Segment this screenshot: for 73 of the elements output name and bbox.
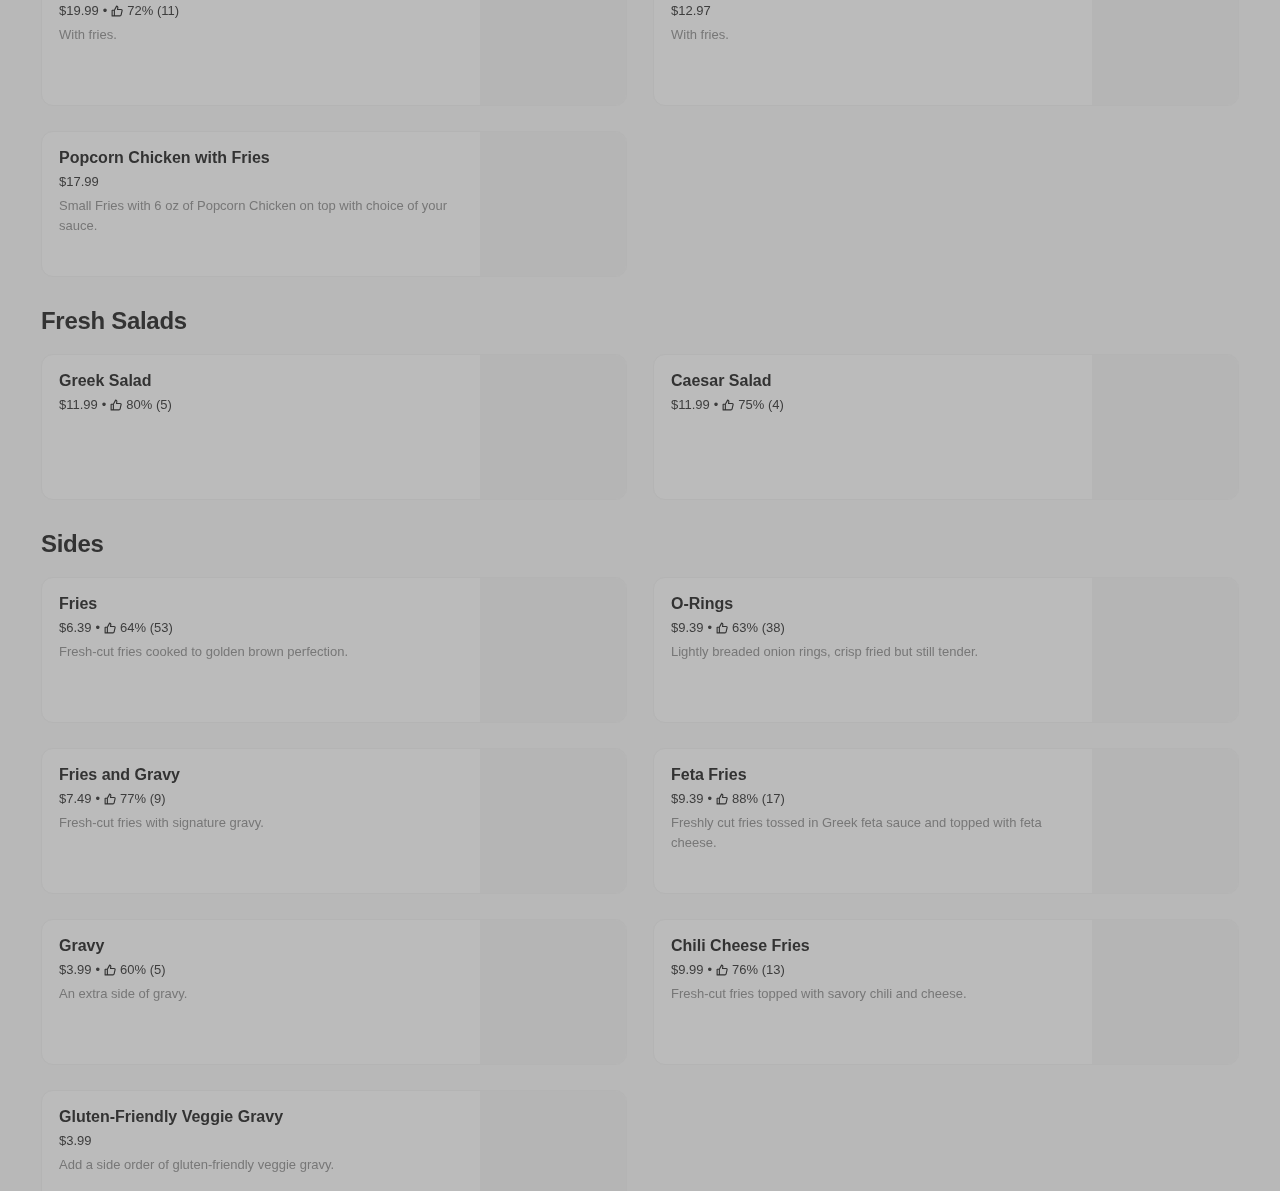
item-description: With fries. <box>671 26 730 44</box>
separator-dot: • <box>101 396 107 414</box>
item-price: $7.49 <box>59 790 92 808</box>
item-rating: 77% (9) <box>120 790 166 808</box>
item-description: Small Fries with 6 oz of Popcorn Chicken on top with choice of your sauce. <box>59 197 448 235</box>
menu-item-card[interactable]: Gravy $3.99 • 60% (5) An extra side of gravy. <box>41 919 627 1065</box>
item-name: Popcorn Chicken with Fries <box>59 148 271 168</box>
menu-item-card[interactable]: Greek Salad $11.99 • 80% (5) <box>41 354 627 500</box>
item-rating: 80% (5) <box>126 396 172 414</box>
menu-item-card[interactable]: Chili Cheese Fries $9.99 • 76% (13) Fresh-cut fries topped with savory chili and cheese. <box>653 919 1239 1065</box>
menu-item-card[interactable]: Caesar Salad $11.99 • 75% (4) <box>653 354 1239 500</box>
item-description: Freshly cut fries tossed in Greek feta sauce and topped with feta cheese. <box>671 814 1043 852</box>
item-price: $11.99 <box>59 396 98 414</box>
item-name: Feta Fries <box>671 765 748 785</box>
menu-item-card[interactable]: Feta Fries $9.39 • 88% (17) Freshly cut fries tossed in Greek feta sauce and topped with feta cheese. <box>653 748 1239 894</box>
section-heading: Fresh Salads <box>41 306 188 336</box>
item-price: $6.39 <box>59 619 92 637</box>
separator-dot: • <box>713 396 719 414</box>
item-description: Fresh-cut fries topped with savory chili and cheese. <box>671 985 968 1003</box>
item-name: Chili Cheese Fries <box>671 936 811 956</box>
item-price: $11.99 <box>671 396 710 414</box>
item-price: $9.39 <box>671 619 704 637</box>
item-rating: 72% (11) <box>127 2 180 20</box>
item-price: $3.99 <box>59 1132 92 1150</box>
separator-dot: • <box>707 790 713 808</box>
item-rating: 60% (5) <box>120 961 166 979</box>
menu-item-card[interactable]: $12.97 With fries. <box>653 0 1239 106</box>
item-name: Gravy <box>59 936 106 956</box>
thumbs-up-icon <box>716 964 729 976</box>
thumbs-up-icon <box>104 622 117 634</box>
thumbs-up-icon <box>716 793 729 805</box>
thumbs-up-icon <box>722 399 735 411</box>
menu-item-card[interactable]: Gluten-Friendly Veggie Gravy $3.99 Add a side order of gluten-friendly veggie gravy. <box>41 1090 627 1191</box>
item-description: Fresh-cut fries cooked to golden brown perfection. <box>59 643 350 661</box>
separator-dot: • <box>707 961 713 979</box>
menu-item-card[interactable]: $19.99 • 72% (11) With fries. <box>41 0 627 106</box>
item-name: Gluten-Friendly Veggie Gravy <box>59 1107 285 1127</box>
item-description: An extra side of gravy. <box>59 985 189 1003</box>
item-price: $9.39 <box>671 790 704 808</box>
item-name: Caesar Salad <box>671 371 773 391</box>
item-description: Add a side order of gluten-friendly veggie gravy. <box>59 1156 336 1174</box>
menu-item-card[interactable]: O-Rings $9.39 • 63% (38) Lightly breaded onion rings, crisp fried but still tender. <box>653 577 1239 723</box>
item-description: Lightly breaded onion rings, crisp fried but still tender. <box>671 643 980 661</box>
item-rating: 64% (53) <box>120 619 173 637</box>
menu-item-card[interactable]: Fries and Gravy $7.49 • 77% (9) Fresh-cut fries with signature gravy. <box>41 748 627 894</box>
item-price: $19.99 <box>59 2 99 20</box>
item-rating: 63% (38) <box>732 619 785 637</box>
item-price: $3.99 <box>59 961 92 979</box>
item-rating: 76% (13) <box>732 961 785 979</box>
item-name: Fries <box>59 594 99 614</box>
separator-dot: • <box>95 961 101 979</box>
separator-dot: • <box>707 619 713 637</box>
item-description: With fries. <box>59 26 118 44</box>
separator-dot: • <box>102 2 108 20</box>
item-price: $17.99 <box>59 173 99 191</box>
thumbs-up-icon <box>111 5 124 17</box>
item-name: Greek Salad <box>59 371 153 391</box>
item-rating: 75% (4) <box>738 396 784 414</box>
section-heading: Sides <box>41 529 105 559</box>
item-name: Fries and Gravy <box>59 765 181 785</box>
item-description: Fresh-cut fries with signature gravy. <box>59 814 265 832</box>
item-name: O-Rings <box>671 594 735 614</box>
thumbs-up-icon <box>104 793 117 805</box>
item-rating: 88% (17) <box>732 790 785 808</box>
menu-item-card[interactable]: Fries $6.39 • 64% (53) Fresh-cut fries cooked to golden brown perfection. <box>41 577 627 723</box>
separator-dot: • <box>95 790 101 808</box>
thumbs-up-icon <box>104 964 117 976</box>
menu-item-card[interactable]: Popcorn Chicken with Fries $17.99 Small Fries with 6 oz of Popcorn Chicken on top with choice of your sauce. <box>41 131 627 277</box>
item-price: $12.97 <box>671 2 711 20</box>
item-price: $9.99 <box>671 961 704 979</box>
thumbs-up-icon <box>110 399 123 411</box>
separator-dot: • <box>95 619 101 637</box>
thumbs-up-icon <box>716 622 729 634</box>
